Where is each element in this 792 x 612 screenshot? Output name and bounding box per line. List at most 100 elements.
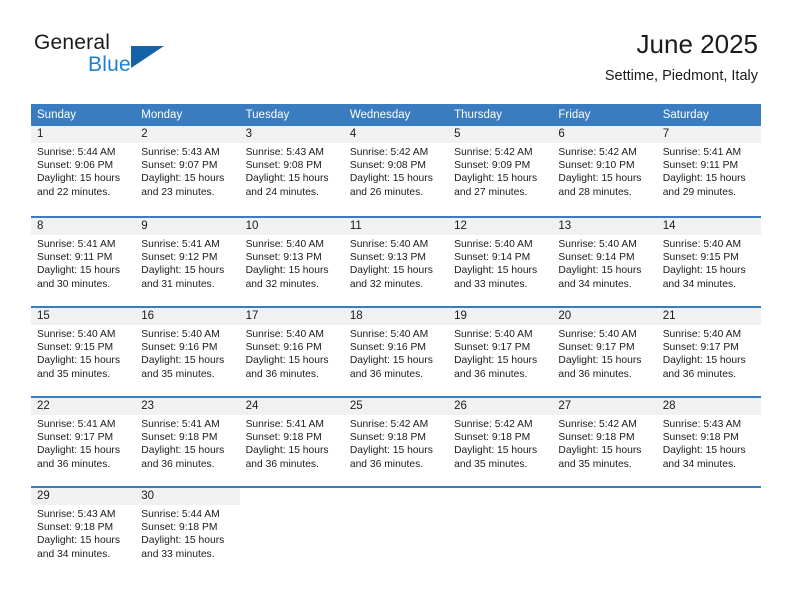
logo-text-general: General <box>34 31 111 54</box>
calendar-day-cell[interactable]: 17 Sunrise: 5:40 AM Sunset: 9:16 PM Dayligh… <box>239 306 344 396</box>
day-number: 24 <box>239 398 344 415</box>
calendar-day-cell-empty <box>343 486 449 576</box>
calendar-day-cell[interactable]: 9 Sunrise: 5:41 AM Sunset: 9:12 PM Daylight… <box>135 216 240 306</box>
calendar-day-cell[interactable]: 20 Sunrise: 5:40 AM Sunset: 9:17 PM Dayligh… <box>552 306 657 396</box>
day-detail-sunset: Sunset: 9:13 PM <box>349 252 426 264</box>
day-detail: Sunrise: 5:42 AM Sunset: 9:18 PM Daylight:… <box>552 415 656 471</box>
weekday-header-sunday: Sunday <box>31 104 136 126</box>
day-detail-daylight: Daylight: 15 hours <box>662 173 746 185</box>
day-detail-daylight: and 35 minutes. <box>558 458 632 470</box>
calendar-week-row: 22 Sunrise: 5:41 AM Sunset: 9:17 PM Dayligh… <box>31 396 761 486</box>
day-detail-sunset: Sunset: 9:17 PM <box>558 342 635 354</box>
day-detail-daylight: and 36 minutes. <box>454 368 528 380</box>
calendar-day-cell[interactable]: 7 Sunrise: 5:41 AM Sunset: 9:11 PM Daylight… <box>656 126 761 216</box>
calendar-day-cell[interactable]: 13 Sunrise: 5:40 AM Sunset: 9:14 PM Dayligh… <box>552 216 657 306</box>
day-detail-daylight: and 32 minutes. <box>349 278 424 290</box>
calendar-day-cell[interactable]: 30 Sunrise: 5:44 AM Sunset: 9:18 PM Dayligh… <box>135 486 240 576</box>
calendar-day-cell[interactable]: 28 Sunrise: 5:43 AM Sunset: 9:18 PM Dayligh… <box>656 396 761 486</box>
day-detail: Sunrise: 5:44 AM Sunset: 9:18 PM Daylight:… <box>135 505 239 561</box>
calendar-day-cell-empty <box>656 486 761 576</box>
day-detail-daylight: and 34 minutes. <box>558 278 632 290</box>
day-detail-sunrise: Sunrise: 5:42 AM <box>454 419 533 430</box>
day-detail-sunset: Sunset: 9:17 PM <box>662 342 739 354</box>
day-number: 17 <box>239 308 344 325</box>
calendar-day-cell[interactable]: 16 Sunrise: 5:40 AM Sunset: 9:16 PM Dayligh… <box>135 306 240 396</box>
calendar-day-cell[interactable]: 12 Sunrise: 5:40 AM Sunset: 9:14 PM Dayligh… <box>448 216 553 306</box>
calendar-day-cell[interactable]: 11 Sunrise: 5:40 AM Sunset: 9:13 PM Dayligh… <box>343 216 449 306</box>
day-detail-daylight: Daylight: 15 hours <box>454 173 538 185</box>
day-detail-daylight: Daylight: 15 hours <box>662 265 746 277</box>
day-detail-sunset: Sunset: 9:18 PM <box>454 432 531 444</box>
day-detail-sunset: Sunset: 9:13 PM <box>245 252 322 264</box>
day-number: 11 <box>343 218 449 235</box>
day-detail-sunset: Sunset: 9:18 PM <box>141 432 218 444</box>
day-detail-daylight: and 36 minutes. <box>662 368 736 380</box>
calendar-week-row: 1 Sunrise: 5:44 AM Sunset: 9:06 PM Daylight… <box>31 126 761 216</box>
day-detail-sunset: Sunset: 9:18 PM <box>245 432 322 444</box>
day-number: 19 <box>448 308 553 325</box>
calendar-week-row: 15 Sunrise: 5:40 AM Sunset: 9:15 PM Dayligh… <box>31 306 761 396</box>
calendar-day-cell[interactable]: 26 Sunrise: 5:42 AM Sunset: 9:18 PM Dayligh… <box>448 396 553 486</box>
day-detail-daylight: Daylight: 15 hours <box>245 445 329 457</box>
calendar-day-cell[interactable]: 19 Sunrise: 5:40 AM Sunset: 9:17 PM Dayligh… <box>448 306 553 396</box>
calendar-day-cell[interactable]: 22 Sunrise: 5:41 AM Sunset: 9:17 PM Dayligh… <box>31 396 136 486</box>
day-detail-sunset: Sunset: 9:14 PM <box>454 252 531 264</box>
day-number <box>657 488 761 505</box>
day-detail-sunrise: Sunrise: 5:40 AM <box>558 329 637 340</box>
day-detail-sunrise: Sunrise: 5:40 AM <box>37 329 116 340</box>
day-detail-daylight: and 27 minutes. <box>454 186 528 198</box>
calendar-day-cell[interactable]: 27 Sunrise: 5:42 AM Sunset: 9:18 PM Dayligh… <box>552 396 657 486</box>
calendar-day-cell[interactable]: 8 Sunrise: 5:41 AM Sunset: 9:11 PM Daylight… <box>31 216 136 306</box>
calendar-day-cell[interactable]: 24 Sunrise: 5:41 AM Sunset: 9:18 PM Dayligh… <box>239 396 344 486</box>
calendar-day-cell[interactable]: 23 Sunrise: 5:41 AM Sunset: 9:18 PM Dayligh… <box>135 396 240 486</box>
day-number: 2 <box>135 126 240 143</box>
calendar-day-cell[interactable]: 21 Sunrise: 5:40 AM Sunset: 9:17 PM Dayligh… <box>656 306 761 396</box>
day-detail-sunrise: Sunrise: 5:41 AM <box>37 419 116 430</box>
calendar-day-cell[interactable]: 25 Sunrise: 5:42 AM Sunset: 9:18 PM Dayligh… <box>343 396 449 486</box>
day-detail-daylight: and 28 minutes. <box>558 186 632 198</box>
day-detail: Sunrise: 5:40 AM Sunset: 9:14 PM Daylight:… <box>448 235 552 291</box>
day-number: 8 <box>31 218 136 235</box>
calendar-day-cell[interactable]: 4 Sunrise: 5:42 AM Sunset: 9:08 PM Daylight… <box>343 126 449 216</box>
day-number: 25 <box>343 398 449 415</box>
weekday-header-monday: Monday <box>135 104 240 126</box>
day-detail-sunset: Sunset: 9:17 PM <box>454 342 531 354</box>
calendar-day-cell[interactable]: 5 Sunrise: 5:42 AM Sunset: 9:09 PM Daylight… <box>448 126 553 216</box>
calendar-day-cell[interactable]: 10 Sunrise: 5:40 AM Sunset: 9:13 PM Dayligh… <box>239 216 344 306</box>
day-detail-daylight: Daylight: 15 hours <box>349 445 433 457</box>
day-detail: Sunrise: 5:40 AM Sunset: 9:17 PM Daylight:… <box>448 325 552 381</box>
day-detail-daylight: Daylight: 15 hours <box>454 265 538 277</box>
day-number: 14 <box>656 218 761 235</box>
calendar-body: 1 Sunrise: 5:44 AM Sunset: 9:06 PM Daylight… <box>31 126 761 576</box>
day-detail-sunrise: Sunrise: 5:42 AM <box>558 147 637 158</box>
day-detail-sunset: Sunset: 9:09 PM <box>454 160 531 172</box>
day-detail-sunrise: Sunrise: 5:42 AM <box>454 147 533 158</box>
day-number: 9 <box>135 218 240 235</box>
day-detail-sunset: Sunset: 9:08 PM <box>349 160 426 172</box>
calendar-day-cell[interactable]: 1 Sunrise: 5:44 AM Sunset: 9:06 PM Daylight… <box>31 126 136 216</box>
calendar-day-cell[interactable]: 29 Sunrise: 5:43 AM Sunset: 9:18 PM Dayligh… <box>31 486 136 576</box>
day-detail-daylight: Daylight: 15 hours <box>37 173 120 185</box>
calendar-day-cell[interactable]: 6 Sunrise: 5:42 AM Sunset: 9:10 PM Daylight… <box>552 126 657 216</box>
calendar-day-cell[interactable]: 18 Sunrise: 5:40 AM Sunset: 9:16 PM Dayligh… <box>343 306 449 396</box>
day-detail: Sunrise: 5:40 AM Sunset: 9:15 PM Daylight:… <box>31 325 135 381</box>
day-detail-sunrise: Sunrise: 5:43 AM <box>245 147 324 158</box>
day-detail-sunrise: Sunrise: 5:42 AM <box>558 419 637 430</box>
calendar-day-cell[interactable]: 15 Sunrise: 5:40 AM Sunset: 9:15 PM Dayligh… <box>31 306 136 396</box>
day-detail-sunrise: Sunrise: 5:41 AM <box>662 147 742 158</box>
generalblue-logo[interactable]: General Blue <box>34 31 224 83</box>
calendar-day-cell[interactable]: 2 Sunrise: 5:43 AM Sunset: 9:07 PM Daylight… <box>135 126 240 216</box>
day-detail-daylight: and 26 minutes. <box>349 186 424 198</box>
day-number: 28 <box>656 398 761 415</box>
day-number <box>552 488 656 505</box>
calendar-day-cell[interactable]: 3 Sunrise: 5:43 AM Sunset: 9:08 PM Daylight… <box>239 126 344 216</box>
day-detail-daylight: Daylight: 15 hours <box>558 445 642 457</box>
day-number: 5 <box>448 126 553 143</box>
day-detail-daylight: and 36 minutes. <box>245 368 319 380</box>
day-detail-sunrise: Sunrise: 5:40 AM <box>141 329 220 340</box>
calendar-day-cell[interactable]: 14 Sunrise: 5:40 AM Sunset: 9:15 PM Dayligh… <box>656 216 761 306</box>
day-detail-daylight: Daylight: 15 hours <box>558 355 642 367</box>
day-detail-daylight: and 32 minutes. <box>245 278 319 290</box>
day-detail-sunrise: Sunrise: 5:40 AM <box>349 329 429 340</box>
day-detail-daylight: and 35 minutes. <box>141 368 215 380</box>
